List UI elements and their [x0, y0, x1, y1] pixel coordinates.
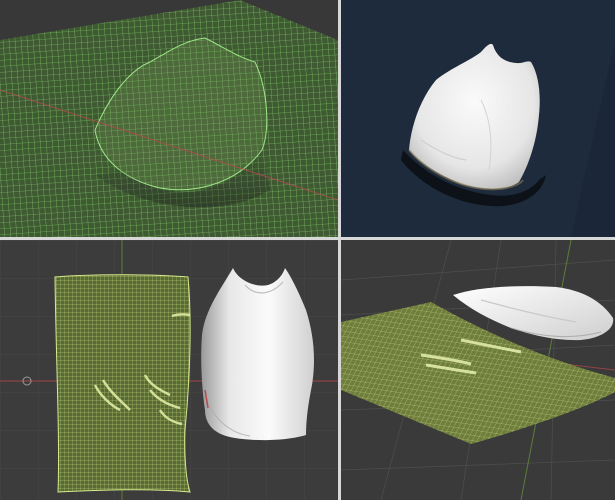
- viewport-canvas[interactable]: [341, 0, 615, 237]
- viewport-top-left[interactable]: [0, 0, 338, 237]
- viewport-canvas[interactable]: [0, 240, 338, 500]
- viewport-canvas[interactable]: [0, 0, 338, 237]
- viewport-top-right[interactable]: [341, 0, 615, 237]
- viewport-canvas[interactable]: [341, 240, 615, 500]
- viewport-bottom-right[interactable]: [341, 240, 615, 500]
- tank-top-garment: [201, 268, 314, 441]
- viewport-bottom-left[interactable]: [0, 240, 338, 500]
